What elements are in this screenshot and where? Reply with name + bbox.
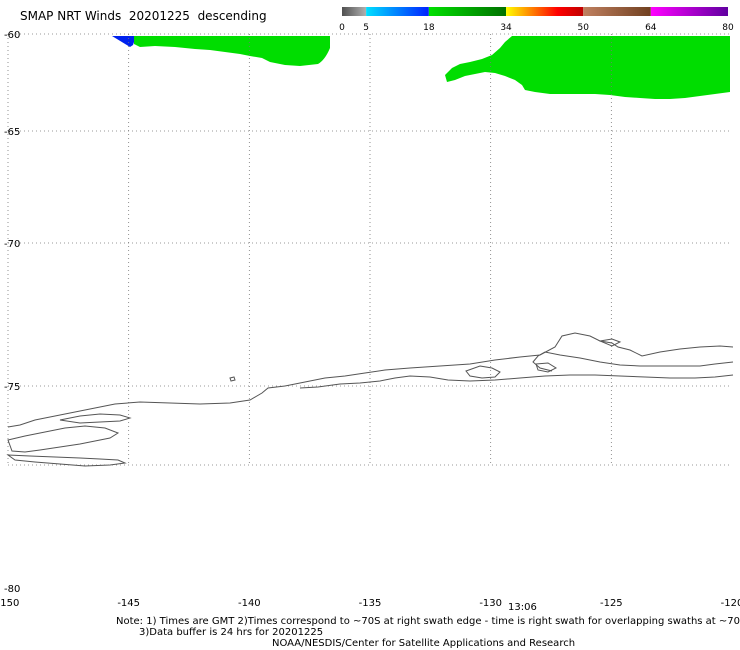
wind-map: -60 -65 -70 -75 -80 -150 -145 -140 -135 -130 -125… bbox=[0, 30, 740, 613]
latitude-labels: -60 -65 -70 -75 -80 bbox=[4, 30, 20, 595]
peninsula-west-3 bbox=[59, 413, 132, 424]
longitude-labels: -150 -145 -140 -135 -130 -125 -120 bbox=[0, 598, 740, 609]
latitude-tick-label: -70 bbox=[4, 239, 20, 250]
wind-swaths bbox=[112, 36, 730, 99]
swath-time: 13:06 bbox=[508, 602, 537, 613]
longitude-tick-label: -145 bbox=[117, 598, 140, 609]
latitude-tick-label: -75 bbox=[4, 382, 20, 393]
latitude-tick-label: -60 bbox=[4, 30, 20, 41]
note-line-3: NOAA/NESDIS/Center for Satellite Applica… bbox=[272, 638, 576, 649]
lat-lon-grid bbox=[7, 33, 732, 466]
coast-inner bbox=[532, 351, 734, 372]
longitude-tick-label: -120 bbox=[721, 598, 740, 609]
island-1 bbox=[465, 365, 501, 379]
note-line-1: Note: 1) Times are GMT 2)Times correspon… bbox=[116, 616, 740, 627]
longitude-tick-label: -135 bbox=[359, 598, 382, 609]
longitude-tick-label: -125 bbox=[600, 598, 623, 609]
longitude-tick-label: -150 bbox=[0, 598, 19, 609]
low-wind-patch bbox=[112, 36, 136, 47]
latitude-tick-label: -80 bbox=[4, 584, 20, 595]
longitude-tick-label: -130 bbox=[479, 598, 502, 609]
longitude-tick-label: -140 bbox=[238, 598, 261, 609]
note-line-2: 3)Data buffer is 24 hrs for 20201225 bbox=[139, 627, 324, 638]
islet bbox=[229, 376, 236, 382]
peninsula-west-2 bbox=[6, 454, 127, 467]
peninsula-west-1 bbox=[7, 425, 120, 453]
coastline bbox=[6, 332, 734, 467]
wind-swath-right bbox=[445, 36, 730, 99]
latitude-tick-label: -65 bbox=[4, 127, 20, 138]
ice-shelf-edge bbox=[7, 332, 734, 428]
wind-swath-left bbox=[134, 36, 330, 66]
